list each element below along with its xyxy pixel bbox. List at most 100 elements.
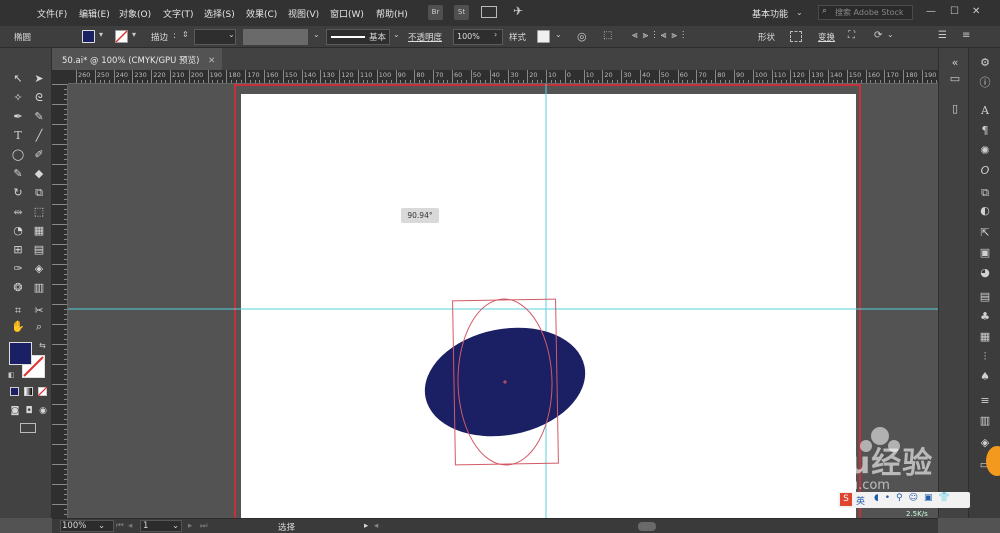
isolate-icon[interactable]: ⛶ xyxy=(848,30,855,41)
opacity-label[interactable]: 不透明度 xyxy=(408,31,442,43)
magic-wand-tool-icon[interactable]: ✧ xyxy=(11,91,25,105)
ime-lang-icon[interactable]: 英 xyxy=(856,494,865,507)
screen-mode-icon[interactable] xyxy=(20,423,36,433)
variable-width-dropdown-icon[interactable]: ⌄ xyxy=(313,30,320,39)
stroke-panel-icon[interactable]: ≡ xyxy=(978,394,992,408)
variable-width-profile[interactable] xyxy=(243,29,308,45)
color-guide-icon[interactable]: ◐ xyxy=(978,204,992,218)
align-to-icon[interactable]: ⬚ xyxy=(603,30,612,41)
maximize-button[interactable]: ☐ xyxy=(950,6,959,17)
transparency-icon[interactable]: ▦ xyxy=(978,330,992,344)
fill-color-box-front[interactable] xyxy=(9,342,32,365)
libraries-icon[interactable]: ▣ xyxy=(978,246,992,260)
opentype-icon[interactable]: O xyxy=(978,164,992,178)
symbol-sprayer-tool-icon[interactable]: ❂ xyxy=(11,281,25,295)
menu-file[interactable]: 文件(F) xyxy=(37,7,67,20)
ime-toolbar[interactable]: S 英 ◖•⚲☺▣👕 xyxy=(838,492,970,508)
bridge-icon[interactable]: Br xyxy=(428,5,443,20)
workspace-switcher[interactable]: 基本功能 xyxy=(752,7,788,20)
stroke-weight-label[interactable]: 描边 xyxy=(151,31,168,43)
scroll-icon[interactable]: ▯ xyxy=(948,102,962,116)
appearance-icon[interactable]: ✺ xyxy=(978,144,992,158)
slice-tool-icon[interactable]: ✂ xyxy=(32,304,46,318)
shape-builder-tool-icon[interactable]: ◔ xyxy=(11,224,25,238)
menu-object[interactable]: 对象(O) xyxy=(119,7,151,20)
menu-edit[interactable]: 编辑(E) xyxy=(79,7,110,20)
properties-gear-icon[interactable]: ⚙ xyxy=(978,56,992,70)
export-icon[interactable]: ⇱ xyxy=(978,226,992,240)
swatches-icon[interactable]: ◕ xyxy=(978,266,992,280)
menu-effect[interactable]: 效果(C) xyxy=(246,7,277,20)
eyedropper-tool-icon[interactable]: ✑ xyxy=(11,262,25,276)
swap-colors-icon[interactable]: ⇆ xyxy=(39,341,46,350)
h-scroll-left-icon[interactable]: ◂ xyxy=(374,521,378,531)
stroke-swatch[interactable] xyxy=(115,30,128,43)
align-panel-icon[interactable]: ⫶ xyxy=(978,350,992,364)
brush-definition[interactable]: 基本 xyxy=(326,29,390,45)
panel-icon[interactable]: ☰ xyxy=(938,30,947,41)
zoom-dropdown-icon[interactable]: ⌄ xyxy=(98,521,105,531)
stroke-weight-stepper[interactable]: ⇕ xyxy=(182,30,189,39)
ruler-origin[interactable] xyxy=(52,70,68,84)
ime-logo-icon[interactable]: S xyxy=(840,493,852,506)
fill-swatch[interactable] xyxy=(82,30,95,43)
status-arrow-icon[interactable]: ▸ xyxy=(364,521,368,531)
gradient-panel-icon[interactable]: ▥ xyxy=(978,414,992,428)
info-icon[interactable]: ⓘ xyxy=(978,76,992,90)
stock-icon[interactable]: St xyxy=(454,5,469,20)
reflect-dropdown-icon[interactable]: ⌄ xyxy=(887,30,894,39)
menu-help[interactable]: 帮助(H) xyxy=(376,7,408,20)
draw-behind-icon[interactable]: ◘ xyxy=(22,404,36,418)
stroke-weight-dropdown-icon[interactable]: ⌄ xyxy=(228,30,235,39)
first-artboard-icon[interactable]: ⏮ xyxy=(116,521,124,531)
color-mode-icon[interactable] xyxy=(10,387,19,396)
menu-view[interactable]: 视图(V) xyxy=(288,7,319,20)
ime-tools-icon[interactable]: ◖•⚲☺▣👕 xyxy=(874,493,956,503)
stock-search-input[interactable]: 搜索 Adobe Stock xyxy=(818,5,913,20)
gradient-mode-icon[interactable] xyxy=(24,387,33,396)
symbols-icon[interactable]: ♣ xyxy=(978,310,992,324)
eraser-tool-icon[interactable]: ◆ xyxy=(32,167,46,181)
mesh-tool-icon[interactable]: ⊞ xyxy=(11,243,25,257)
character-icon[interactable]: A xyxy=(978,104,992,118)
document-tab[interactable]: 50.ai* @ 100% (CMYK/GPU 预览) ✕ xyxy=(52,48,222,70)
default-colors-icon[interactable]: ◧ xyxy=(8,371,15,379)
width-tool-icon[interactable]: ⥈ xyxy=(11,205,25,219)
transform-label[interactable]: 变换 xyxy=(818,31,835,43)
menu-window[interactable]: 窗口(W) xyxy=(330,7,364,20)
paragraph-icon[interactable]: ¶ xyxy=(978,124,992,138)
artboard-tool-icon[interactable]: ⌗ xyxy=(11,304,25,318)
close-tab-icon[interactable]: ✕ xyxy=(208,56,215,66)
selection-tool-icon[interactable]: ↖ xyxy=(11,72,25,86)
direct-selection-tool-icon[interactable]: ➤ xyxy=(32,72,46,86)
minimize-button[interactable]: — xyxy=(926,6,936,17)
draw-normal-icon[interactable]: ◙ xyxy=(8,404,22,418)
recolor-artwork-icon[interactable]: ◎ xyxy=(577,30,587,43)
align-buttons-icon[interactable]: ⫷⫸⫶⫷⫸⫶ xyxy=(632,30,690,41)
graphic-style-swatch[interactable] xyxy=(537,30,550,43)
quick-actions-icon[interactable]: ≡ xyxy=(962,30,970,41)
menu-select[interactable]: 选择(S) xyxy=(204,7,235,20)
links-icon[interactable]: ⧉ xyxy=(978,186,992,200)
hand-tool-icon[interactable]: ✋ xyxy=(11,320,25,334)
scale-tool-icon[interactable]: ⧉ xyxy=(32,186,46,200)
chevron-down-icon[interactable]: ⌄ xyxy=(796,8,803,17)
opacity-arrow-icon[interactable]: › xyxy=(494,30,497,39)
artboard-dropdown-icon[interactable]: ⌄ xyxy=(172,521,179,531)
type-tool-icon[interactable]: T xyxy=(11,129,25,143)
draw-inside-icon[interactable]: ◉ xyxy=(36,404,50,418)
perspective-grid-tool-icon[interactable]: ▦ xyxy=(32,224,46,238)
none-mode-icon[interactable] xyxy=(38,387,47,396)
layers-panel-icon[interactable]: ▤ xyxy=(978,290,992,304)
stroke-dropdown-icon[interactable]: ▾ xyxy=(132,30,136,39)
close-button[interactable]: ✕ xyxy=(972,6,980,17)
lasso-tool-icon[interactable]: ᘓ xyxy=(32,91,46,105)
line-segment-tool-icon[interactable]: ╱ xyxy=(32,129,46,143)
gpu-performance-icon[interactable]: ✈ xyxy=(513,4,523,18)
navigator-icon[interactable]: ▭ xyxy=(948,72,962,86)
curvature-tool-icon[interactable]: ✎ xyxy=(32,110,46,124)
next-artboard-icon[interactable]: ▸ xyxy=(188,521,192,531)
collapse-panels-icon[interactable]: « xyxy=(948,56,962,70)
style-dropdown-icon[interactable]: ⌄ xyxy=(555,30,562,39)
last-artboard-icon[interactable]: ⏭ xyxy=(200,521,208,531)
